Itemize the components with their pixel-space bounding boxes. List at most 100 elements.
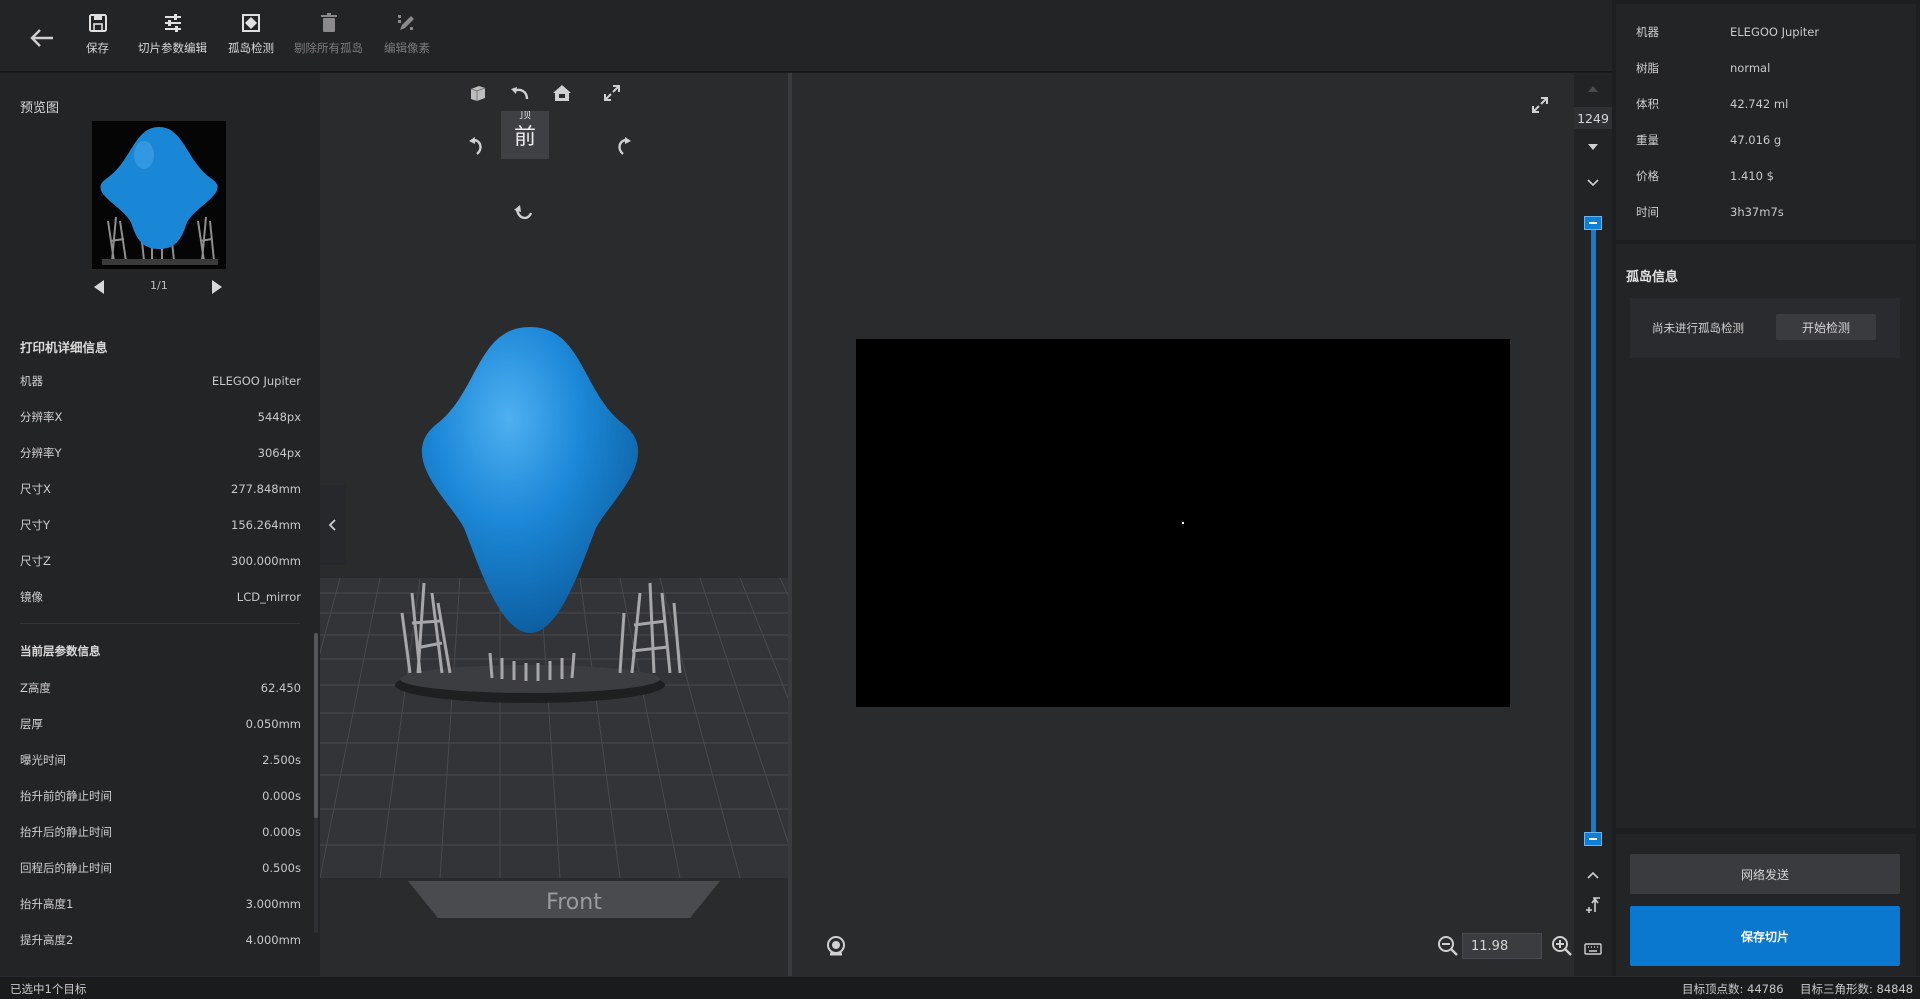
locate-button[interactable] xyxy=(824,933,850,959)
view-cube-front-label: 前 xyxy=(513,125,536,150)
island-detect-button[interactable]: 孤岛检测 xyxy=(228,12,274,56)
keyboard-shortcuts-button[interactable] xyxy=(1583,939,1603,959)
triangle-count: 目标三角形数: 84848 xyxy=(1800,982,1914,996)
iso-view-button[interactable] xyxy=(466,81,490,105)
preview-title: 预览图 xyxy=(20,101,60,116)
view-cube-front-face[interactable]: 顶 前 xyxy=(501,111,549,159)
triangle-up-icon xyxy=(1588,86,1598,92)
layer-jump-button[interactable] xyxy=(1583,895,1603,915)
start-detect-button[interactable]: 开始检测 xyxy=(1776,314,1876,340)
model-info-row: 价格 1.410 $ xyxy=(1636,169,1774,183)
rotate-down-icon xyxy=(514,205,533,220)
printer-row: 尺寸Z 300.000mm xyxy=(20,554,301,568)
home-icon xyxy=(553,85,571,101)
3d-fullscreen-button[interactable] xyxy=(600,81,624,105)
floor-front-label: Front xyxy=(546,890,602,915)
layer-jump-icon xyxy=(1586,897,1600,913)
zoom-level-value: 11.98 xyxy=(1471,938,1509,954)
layer-row: Z高度 62.450 xyxy=(20,681,301,695)
3d-scene: Front xyxy=(320,327,788,918)
section-divider xyxy=(20,623,300,624)
zoom-out-button[interactable] xyxy=(1436,934,1460,958)
preview-pager: 1/1 xyxy=(150,279,168,292)
model-info-card: 机器 ELEGOO Jupiter 树脂 normal 体积 42.742 ml 重量… xyxy=(1616,4,1916,240)
printer-row: 分辨率Y 3064px xyxy=(20,446,301,460)
chevron-left-icon xyxy=(328,519,336,531)
rotate-right-button[interactable] xyxy=(611,135,635,159)
cube-icon xyxy=(470,86,486,101)
layer-down-step-button[interactable] xyxy=(1583,137,1603,157)
status-bar: 已选中1个目标 目标顶点数: 44786 目标三角形数: 84848 xyxy=(0,976,1920,999)
island-status-box: 尚未进行孤岛检测 开始检测 xyxy=(1630,298,1900,358)
layer-row: 抬升高度1 3.000mm xyxy=(20,897,301,911)
rotate-left-icon xyxy=(469,137,482,155)
layer-row: 层厚 0.050mm xyxy=(20,717,301,731)
model-info-row: 机器 ELEGOO Jupiter xyxy=(1636,25,1820,39)
printer-row: 分辨率X 5448px xyxy=(20,410,301,424)
layer-top-button[interactable] xyxy=(1583,79,1603,99)
trash-icon xyxy=(320,13,337,32)
chevron-up-icon xyxy=(1587,871,1599,879)
layer-row: 抬升前的静止时间 0.000s xyxy=(20,789,301,803)
layer-down-button[interactable] xyxy=(1583,173,1603,193)
preview-next-button[interactable] xyxy=(210,279,224,295)
delete-islands-label: 剔除所有孤岛 xyxy=(294,41,363,55)
layer-slider-bottom-handle[interactable] xyxy=(1584,832,1602,846)
magnifier-target-icon xyxy=(827,936,845,956)
triangle-right-icon xyxy=(212,280,222,294)
island-status-text: 尚未进行孤岛检测 xyxy=(1652,321,1744,335)
layer-row: 曝光时间 2.500s xyxy=(20,753,301,767)
edit-pixels-label: 编辑像素 xyxy=(384,41,430,55)
rotate-down-button[interactable] xyxy=(512,201,536,225)
expand-icon xyxy=(604,85,620,101)
zoom-in-button[interactable] xyxy=(1550,934,1574,958)
zoom-level-input[interactable]: 11.98 xyxy=(1462,933,1542,959)
printer-row: 机器 ELEGOO Jupiter xyxy=(20,374,301,388)
model-info-row: 时间 3h37m7s xyxy=(1636,205,1784,219)
model-info-row: 体积 42.742 ml xyxy=(1636,97,1789,111)
layer-up-button[interactable] xyxy=(1583,865,1603,885)
zoom-out-icon xyxy=(1438,936,1458,956)
chevron-down-icon xyxy=(1587,179,1599,187)
preview-thumbnail xyxy=(92,121,226,269)
zoom-in-icon xyxy=(1552,936,1572,956)
3d-viewport[interactable]: Front 顶 前 xyxy=(320,73,788,976)
left-panel-scrollbar-thumb[interactable] xyxy=(314,633,318,818)
network-send-button[interactable]: 网络发送 xyxy=(1630,854,1900,894)
edit-pixels-button[interactable]: 编辑像素 xyxy=(384,12,430,56)
save-button[interactable]: 保存 xyxy=(86,12,109,56)
save-label: 保存 xyxy=(86,41,109,55)
layer-slider-track[interactable] xyxy=(1591,223,1596,839)
delete-islands-button[interactable]: 剔除所有孤岛 xyxy=(294,12,363,56)
expand-icon xyxy=(1532,97,1548,113)
slice-preview-viewport[interactable]: 11.98 xyxy=(792,73,1574,976)
model-info-row: 重量 47.016 g xyxy=(1636,133,1782,147)
layer-slider-top-handle[interactable] xyxy=(1584,216,1602,230)
edit-pixels-icon xyxy=(398,15,414,30)
current-layer-number[interactable]: 1249 xyxy=(1574,107,1612,129)
layer-row: 提升高度2 4.000mm xyxy=(20,933,301,947)
triangle-down-icon xyxy=(1588,144,1598,150)
view-cube-top-label: 顶 xyxy=(518,111,531,121)
home-view-button[interactable] xyxy=(550,81,574,105)
model-info-row: 树脂 normal xyxy=(1636,61,1771,75)
collapse-left-panel-button[interactable] xyxy=(320,485,346,565)
slice-params-button[interactable]: 切片参数编辑 xyxy=(138,12,207,56)
back-arrow-icon xyxy=(30,29,53,47)
save-icon xyxy=(88,14,107,32)
rotate-left-button[interactable] xyxy=(465,135,489,159)
save-slice-button[interactable]: 保存切片 xyxy=(1630,906,1900,966)
island-detect-icon xyxy=(242,14,260,32)
vertex-count: 目标顶点数: 44786 xyxy=(1682,982,1784,996)
right-info-panel: 机器 ELEGOO Jupiter 树脂 normal 体积 42.742 ml 重量… xyxy=(1612,0,1920,976)
back-button[interactable] xyxy=(22,20,62,56)
selection-status: 已选中1个目标 xyxy=(10,982,87,996)
triangle-left-icon xyxy=(94,280,104,294)
layer-row: 回程后的静止时间 0.500s xyxy=(20,861,301,875)
printer-row: 镜像 LCD_mirror xyxy=(20,590,301,604)
rotate-up-left-button[interactable] xyxy=(508,81,532,105)
top-toolbar: 保存 切片参数编辑 孤岛检测 剔除所有孤岛 编辑像素 xyxy=(0,0,1612,72)
slice-fullscreen-button[interactable] xyxy=(1528,93,1552,117)
preview-prev-button[interactable] xyxy=(92,279,106,295)
layer-slider-column: 1249 xyxy=(1574,73,1612,976)
